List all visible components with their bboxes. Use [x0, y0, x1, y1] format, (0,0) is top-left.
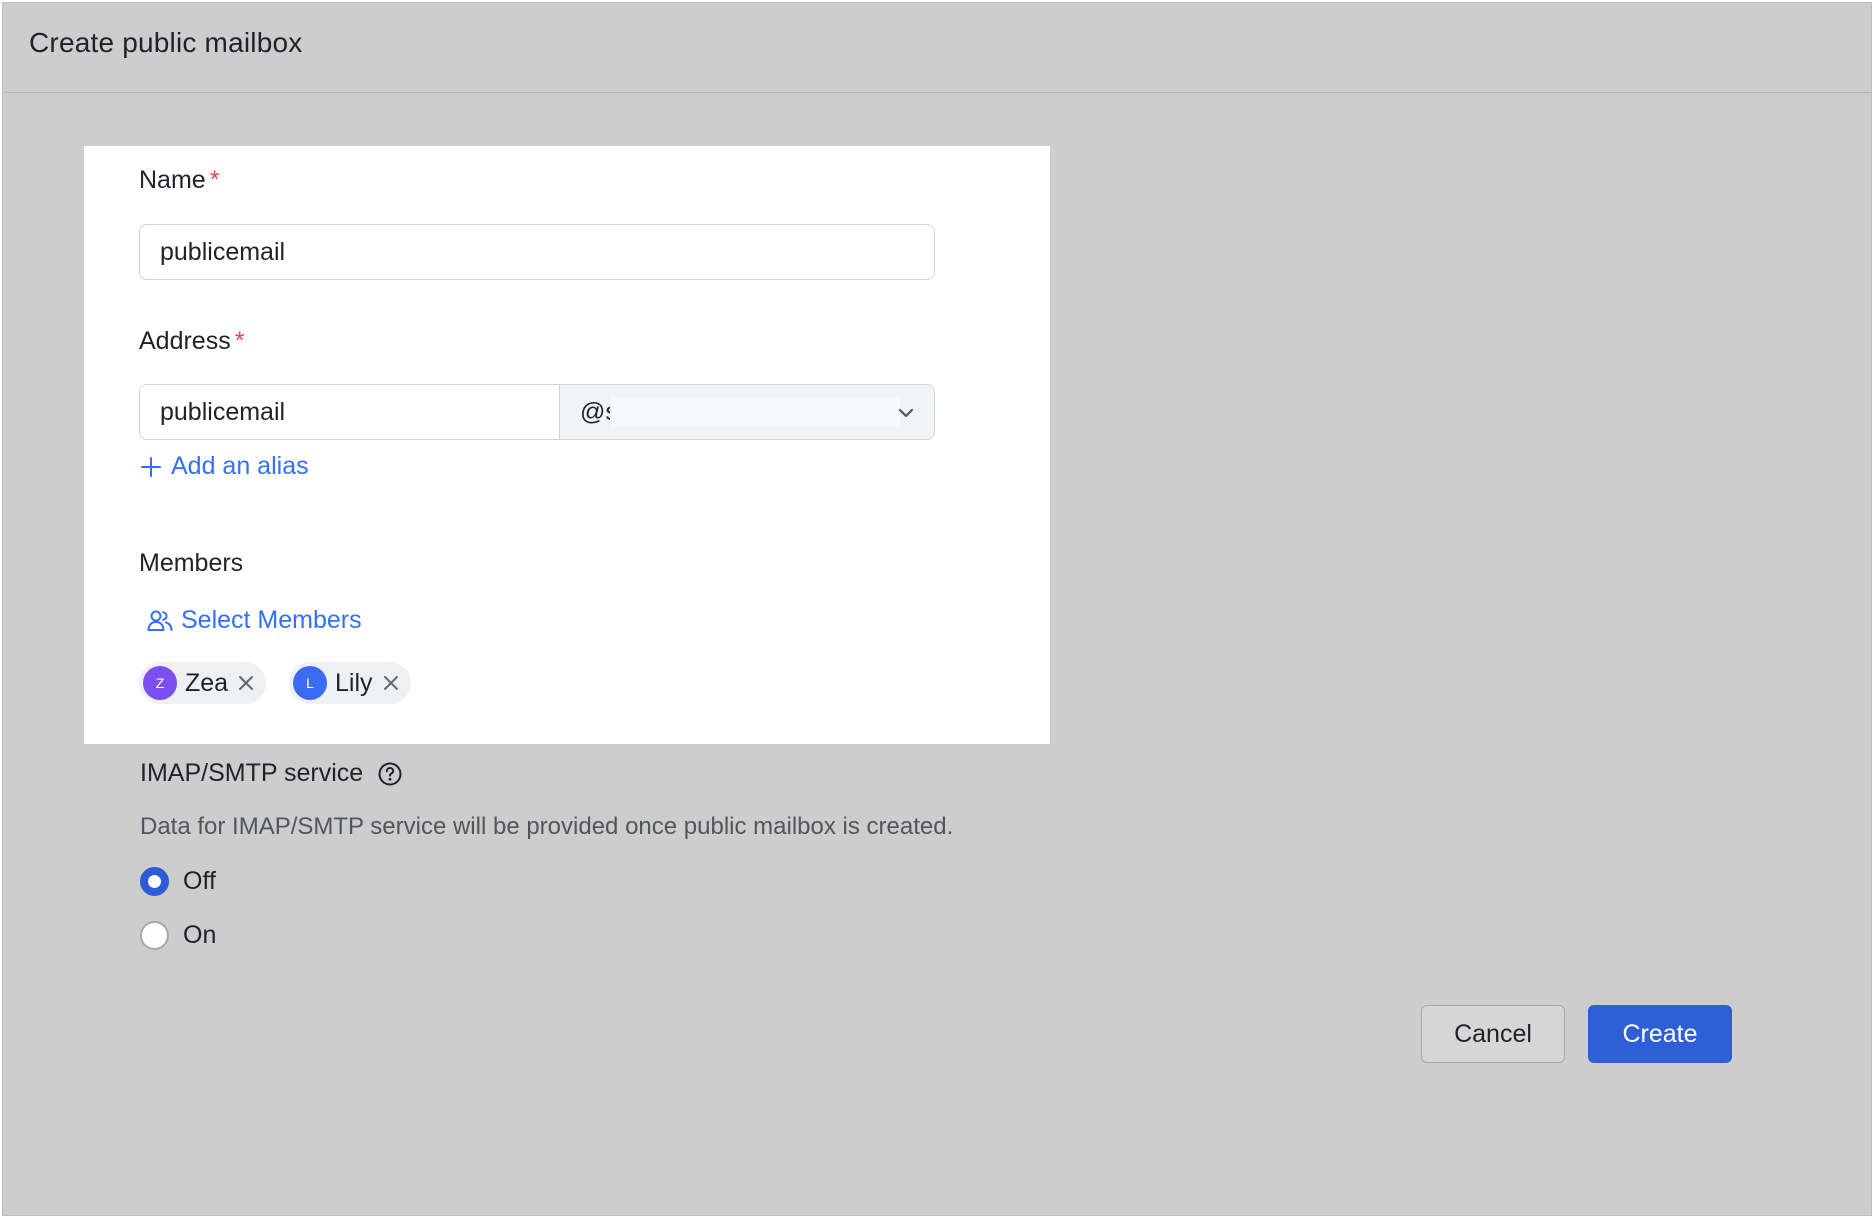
form-card: Name * publicemail Address * publicemail @… — [84, 146, 1050, 744]
select-members-button[interactable]: Select Members — [147, 606, 362, 635]
member-name: Lily — [335, 668, 373, 697]
avatar-initial: L — [306, 675, 314, 691]
member-name: Zea — [185, 668, 229, 697]
dialog-title: Create public mailbox — [29, 27, 303, 58]
select-members-label: Select Members — [181, 606, 362, 634]
imap-section-title: IMAP/SMTP service — [140, 759, 403, 788]
create-mailbox-dialog: Create public mailbox Name * publicemail … — [2, 2, 1872, 1216]
domain-select[interactable]: @s — [560, 385, 934, 439]
imap-description: Data for IMAP/SMTP service will be provi… — [140, 813, 954, 840]
add-alias-label: Add an alias — [171, 452, 309, 480]
address-label-text: Address — [139, 327, 231, 355]
name-input[interactable]: publicemail — [139, 224, 935, 280]
chevron-down-icon — [898, 408, 914, 418]
add-alias-button[interactable]: Add an alias — [139, 452, 309, 481]
avatar: Z — [143, 666, 177, 700]
close-icon[interactable] — [236, 673, 256, 693]
required-mark: * — [209, 166, 220, 194]
radio-off[interactable]: Off — [140, 867, 216, 896]
member-chip: Z Zea — [139, 662, 267, 704]
required-mark: * — [234, 327, 245, 355]
help-icon[interactable] — [377, 761, 403, 787]
address-local-input[interactable]: publicemail — [140, 385, 560, 439]
address-label: Address * — [139, 327, 244, 356]
radio-off-label: Off — [183, 867, 216, 895]
radio-on[interactable]: On — [140, 921, 216, 950]
name-input-value: publicemail — [160, 237, 286, 266]
radio-unchecked-icon — [140, 921, 169, 950]
address-field: publicemail @s — [139, 384, 935, 440]
radio-checked-icon — [140, 867, 169, 896]
address-local-value: publicemail — [160, 397, 286, 426]
radio-on-label: On — [183, 921, 217, 949]
dialog-header: Create public mailbox — [3, 3, 1871, 93]
name-label-text: Name — [139, 166, 206, 194]
users-icon — [147, 610, 173, 631]
name-label: Name * — [139, 166, 219, 195]
imap-label: IMAP/SMTP service — [140, 759, 364, 787]
members-label: Members — [139, 549, 244, 577]
avatar: L — [293, 666, 327, 700]
member-chip: L Lily — [289, 662, 411, 704]
create-button[interactable]: Create — [1588, 1005, 1732, 1063]
plus-icon — [141, 456, 161, 477]
avatar-initial: Z — [155, 675, 165, 691]
domain-redaction — [610, 397, 900, 427]
cancel-button[interactable]: Cancel — [1421, 1005, 1565, 1063]
close-icon[interactable] — [381, 673, 401, 693]
